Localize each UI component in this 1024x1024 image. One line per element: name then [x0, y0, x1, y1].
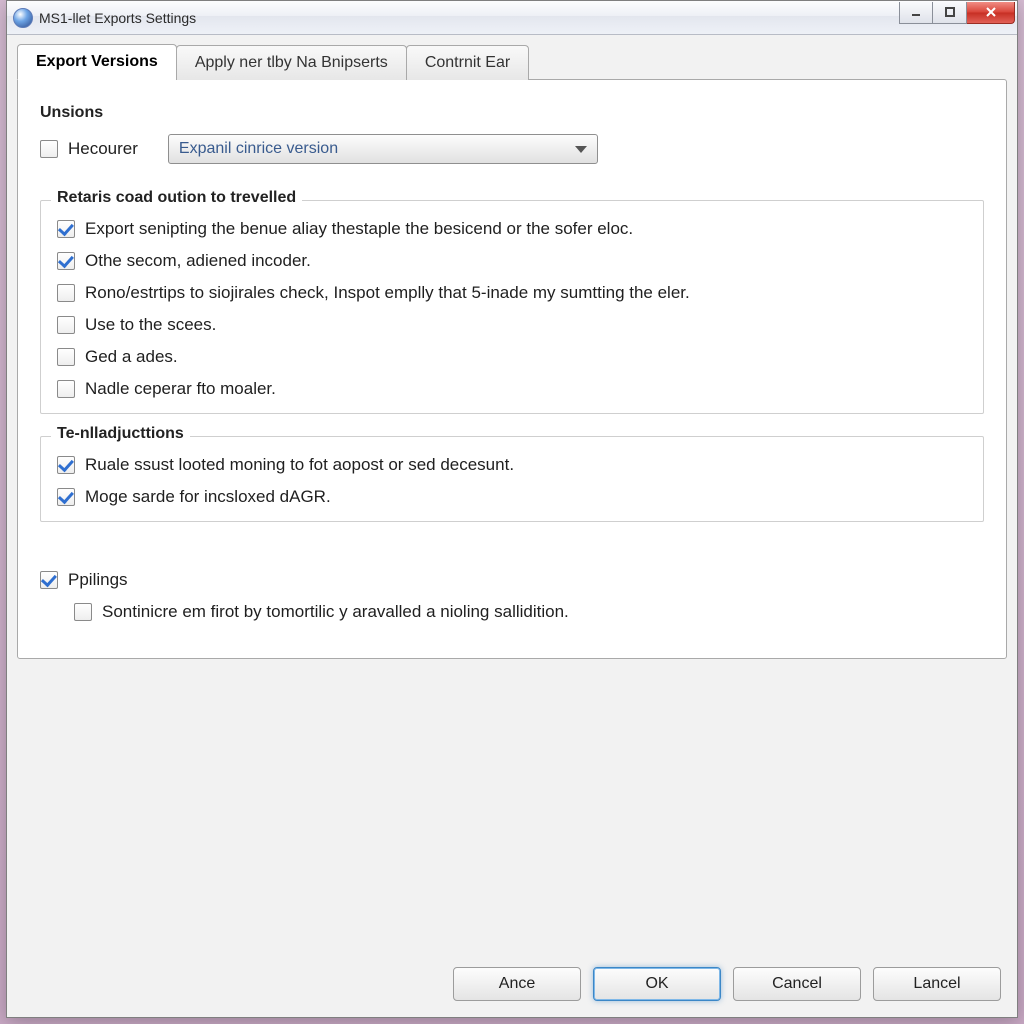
checkbox-label: Othe secom, adiened incoder. [85, 251, 311, 271]
group-polings: Ppilings Sontinicre em firot by tomortil… [40, 552, 984, 636]
group-unsions: Unsions Hecourer Expanil cinrice version [40, 116, 984, 178]
close-button[interactable] [967, 2, 1015, 24]
settings-window: MS1-llet Exports Settings Export Version… [6, 0, 1018, 1018]
cancel-button[interactable]: Cancel [733, 967, 861, 1001]
checkbox-label: Nadle ceperar fto moaler. [85, 379, 276, 399]
checkbox-retaris-3[interactable] [57, 316, 75, 334]
tab-contrnit[interactable]: Contrnit Ear [406, 45, 529, 80]
checkbox-tenil-0[interactable] [57, 456, 75, 474]
tab-export-versions[interactable]: Export Versions [17, 44, 177, 80]
close-icon [985, 6, 997, 18]
tab-apply[interactable]: Apply ner tlby Na Bnipserts [176, 45, 407, 80]
maximize-button[interactable] [933, 2, 967, 24]
ance-button[interactable]: Ance [453, 967, 581, 1001]
checkbox-retaris-5[interactable] [57, 380, 75, 398]
tab-host: Export Versions Apply ner tlby Na Bnipse… [7, 35, 1017, 659]
minimize-button[interactable] [899, 2, 933, 24]
chevron-down-icon [575, 146, 587, 153]
checkbox-label: Rono/estrtips to siojirales check, Inspo… [85, 283, 690, 303]
lancel-button[interactable]: Lancel [873, 967, 1001, 1001]
minimize-icon [910, 6, 922, 18]
checkbox-label: Use to the scees. [85, 315, 216, 335]
checkbox-label: Ruale ssust looted moning to fot aopost … [85, 455, 514, 475]
checkbox-hecourer[interactable] [40, 140, 58, 158]
window-buttons [899, 2, 1015, 24]
window-title: MS1-llet Exports Settings [39, 10, 196, 26]
checkbox-tenil-1[interactable] [57, 488, 75, 506]
version-dropdown[interactable]: Expanil cinrice version [168, 134, 598, 164]
group-legend: Retaris coad oution to trevelled [51, 189, 302, 207]
checkbox-hecourer-label: Hecourer [68, 139, 138, 159]
checkbox-label: Moge sarde for incsloxed dAGR. [85, 487, 331, 507]
maximize-icon [944, 6, 956, 18]
checkbox-retaris-4[interactable] [57, 348, 75, 366]
group-tenil: Te-nlladjucttions Ruale ssust looted mon… [40, 436, 984, 522]
checkbox-polings[interactable] [40, 571, 58, 589]
checkbox-retaris-2[interactable] [57, 284, 75, 302]
group-retaris: Retaris coad oution to trevelled Export … [40, 200, 984, 414]
group-legend: Te-nlladjucttions [51, 425, 190, 443]
group-legend: Unsions [40, 104, 109, 122]
checkbox-label: Export senipting the benue aliay thestap… [85, 219, 633, 239]
checkbox-label: Ged a ades. [85, 347, 178, 367]
ok-button[interactable]: OK [593, 967, 721, 1001]
tab-strip: Export Versions Apply ner tlby Na Bnipse… [17, 44, 1007, 80]
checkbox-retaris-0[interactable] [57, 220, 75, 238]
checkbox-label: Sontinicre em firot by tomortilic y arav… [102, 602, 569, 622]
app-icon [13, 8, 33, 28]
tab-panel-export-versions: Unsions Hecourer Expanil cinrice version… [17, 79, 1007, 659]
checkbox-label: Ppilings [68, 570, 128, 590]
checkbox-polings-sub[interactable] [74, 603, 92, 621]
version-dropdown-value: Expanil cinrice version [179, 140, 338, 158]
checkbox-retaris-1[interactable] [57, 252, 75, 270]
titlebar: MS1-llet Exports Settings [7, 1, 1017, 35]
dialog-footer: Ance OK Cancel Lancel [7, 955, 1017, 1017]
